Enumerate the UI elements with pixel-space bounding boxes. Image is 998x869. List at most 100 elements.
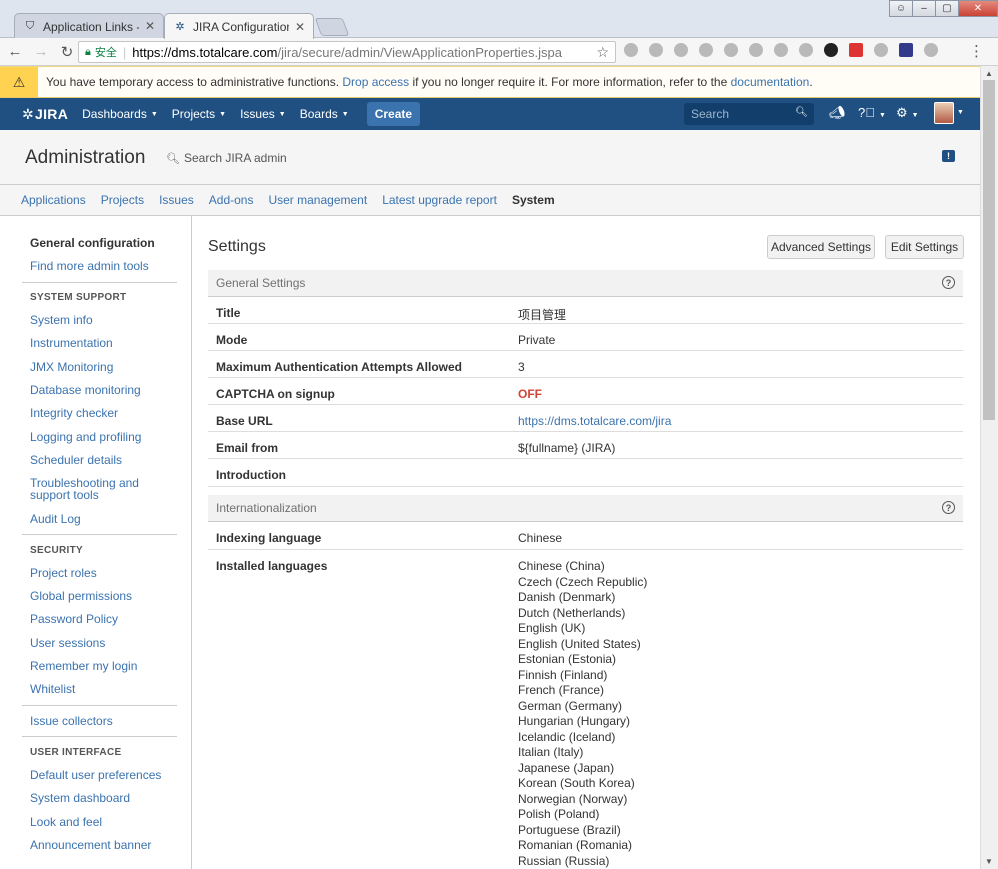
base-url-link[interactable]: https://dms.totalcare.com/jira: [518, 414, 671, 428]
nav-boards[interactable]: Boards ▼: [300, 107, 349, 121]
adblock-icon[interactable]: [699, 43, 713, 57]
browser-tab-application-links[interactable]: ⛉ Application Links - 代理 ✕: [14, 13, 164, 38]
megaphone-icon[interactable]: 📣︎: [829, 105, 846, 121]
extension-icon[interactable]: [724, 43, 738, 57]
status-badge: OFF: [518, 387, 542, 401]
extension-icon[interactable]: [874, 43, 888, 57]
address-bar: ← → ↻ 🔒︎ 安全 | https://dms.totalcare.com /…: [0, 38, 998, 66]
sidebar-item-system-dashboard[interactable]: System dashboard: [30, 792, 180, 804]
scroll-up-icon[interactable]: ▲: [985, 69, 993, 78]
lock-icon: 🔒︎: [85, 45, 91, 58]
general-settings-title: General Settings: [216, 276, 306, 290]
tab-latest-upgrade-report[interactable]: Latest upgrade report: [382, 193, 497, 207]
tab-projects[interactable]: Projects: [101, 193, 144, 207]
extension-icon[interactable]: [674, 43, 688, 57]
bookmark-star-icon[interactable]: ☆: [596, 44, 609, 61]
sidebar-item-announcement-banner[interactable]: Announcement banner: [30, 839, 180, 851]
list-item: Danish (Denmark): [518, 590, 616, 604]
back-icon[interactable]: ←: [4, 43, 26, 60]
nav-projects[interactable]: Projects ▼: [172, 107, 226, 121]
drop-access-link[interactable]: Drop access: [342, 75, 409, 89]
admin-access-warning: ⚠ You have temporary access to administr…: [0, 66, 980, 98]
reload-icon[interactable]: ↻: [56, 43, 78, 61]
sidebar-item-global-permissions[interactable]: Global permissions: [30, 590, 180, 602]
help-icon[interactable]: ?⃝ ▼: [858, 105, 886, 120]
extension-icon[interactable]: [649, 43, 663, 57]
chevron-down-icon: ▼: [878, 112, 886, 119]
extension-icon[interactable]: [849, 43, 863, 57]
sidebar-item-logging-and-profiling[interactable]: Logging and profiling: [30, 431, 180, 443]
nav-label: Boards: [299, 107, 338, 121]
list-item: German (Germany): [518, 698, 623, 713]
sidebar-item-instrumentation[interactable]: Instrumentation: [30, 337, 180, 349]
minimize-icon[interactable]: –: [912, 0, 936, 17]
list-item: Japanese (Japan): [518, 760, 615, 775]
sidebar-item-remember-my-login[interactable]: Remember my login: [30, 660, 180, 672]
help-icon[interactable]: ?: [942, 501, 955, 514]
sidebar-item-database-monitoring[interactable]: Database monitoring: [30, 384, 180, 396]
sidebar-item-user-sessions[interactable]: User sessions: [30, 637, 180, 649]
sidebar-divider: [22, 534, 177, 535]
extension-icon[interactable]: [774, 43, 788, 57]
sidebar-item-look-and-feel[interactable]: Look and feel: [30, 816, 180, 828]
sidebar-item-jmx-monitoring[interactable]: JMX Monitoring: [30, 361, 180, 373]
sidebar-item-password-policy[interactable]: Password Policy: [30, 613, 180, 625]
feedback-icon[interactable]: !: [942, 150, 955, 162]
warning-text-start: You have temporary access to administrat…: [46, 75, 340, 89]
close-icon[interactable]: ✕: [295, 20, 305, 34]
sidebar-item-general-configuration[interactable]: General configuration: [30, 237, 180, 249]
sidebar-item-whitelist[interactable]: Whitelist: [30, 683, 180, 695]
page-scrollbar[interactable]: ▲ ▼: [980, 66, 998, 869]
chevron-down-icon: ▼: [150, 110, 158, 118]
extension-icon[interactable]: [799, 43, 813, 57]
gear-icon[interactable]: ⚙ ▼: [896, 105, 919, 121]
window-close-icon[interactable]: ✕: [958, 0, 998, 17]
sidebar-item-system-info[interactable]: System info: [30, 314, 180, 326]
scrollbar-thumb[interactable]: [983, 80, 995, 420]
sidebar-item-troubleshooting-and-support-tools[interactable]: Troubleshooting and support tools: [30, 477, 180, 501]
tab-system[interactable]: System: [512, 193, 555, 207]
header-search-input[interactable]: Search 🔍︎: [684, 103, 814, 125]
sidebar-item-audit-log[interactable]: Audit Log: [30, 513, 180, 525]
browser-tab-jira-configuration[interactable]: ✲ JIRA Configuration - 项 ✕: [164, 13, 314, 39]
nav-dashboards[interactable]: Dashboards ▼: [82, 107, 158, 121]
circle-icon[interactable]: [824, 43, 838, 57]
sidebar-item-integrity-checker[interactable]: Integrity checker: [30, 407, 180, 419]
new-tab-button[interactable]: [314, 18, 350, 36]
nav-issues[interactable]: Issues ▼: [240, 107, 286, 121]
forward-icon[interactable]: →: [30, 43, 52, 60]
sidebar-section-security: SECURITY: [30, 545, 83, 556]
sidebar-item-project-roles[interactable]: Project roles: [30, 567, 180, 579]
row-value: Private: [518, 333, 556, 347]
avatar[interactable]: [934, 102, 954, 124]
documentation-link[interactable]: documentation: [731, 75, 810, 89]
row-value: https://dms.totalcare.com/jira: [518, 414, 671, 428]
extension-icon[interactable]: [899, 43, 913, 57]
tab-applications[interactable]: Applications: [21, 193, 86, 207]
extension-icon[interactable]: [624, 43, 638, 57]
scroll-down-icon[interactable]: ▼: [985, 857, 993, 866]
sidebar-item-find-more-admin-tools[interactable]: Find more admin tools: [30, 260, 180, 272]
admin-search-input[interactable]: 🔍︎ Search JIRA admin: [166, 151, 287, 165]
help-icon[interactable]: ?: [942, 276, 955, 289]
edit-settings-button[interactable]: Edit Settings: [885, 235, 964, 259]
tab-issues[interactable]: Issues: [159, 193, 194, 207]
sidebar-item-issue-collectors[interactable]: Issue collectors: [30, 715, 180, 727]
tab-user-management[interactable]: User management: [268, 193, 367, 207]
browser-menu-icon[interactable]: ⋮: [969, 42, 984, 60]
extension-icon[interactable]: [749, 43, 763, 57]
tab-add-ons[interactable]: Add-ons: [209, 193, 254, 207]
list-item: Chinese (China): [518, 559, 605, 573]
maximize-icon[interactable]: ▢: [935, 0, 959, 17]
nav-label: Issues: [240, 107, 275, 121]
user-icon[interactable]: ☺: [889, 0, 913, 17]
url-input[interactable]: 🔒︎ 安全 | https://dms.totalcare.com/jira/s…: [78, 41, 616, 63]
extension-icon[interactable]: [924, 43, 938, 57]
advanced-settings-button[interactable]: Advanced Settings: [767, 235, 875, 259]
close-icon[interactable]: ✕: [145, 19, 155, 33]
sidebar-item-scheduler-details[interactable]: Scheduler details: [30, 454, 180, 466]
jira-logo[interactable]: ✲ JIRA: [22, 106, 68, 123]
sidebar-section-system-support: SYSTEM SUPPORT: [30, 292, 127, 303]
sidebar-item-default-user-preferences[interactable]: Default user preferences: [30, 769, 180, 781]
create-button[interactable]: Create: [366, 102, 421, 126]
